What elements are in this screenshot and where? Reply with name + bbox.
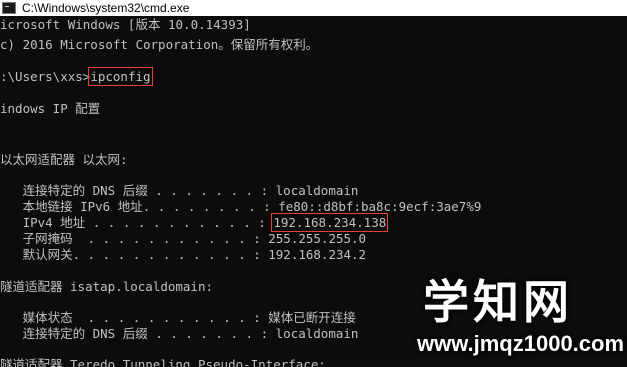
title-bar[interactable]: C:\Windows\system32\cmd.exe bbox=[0, 0, 627, 16]
cmd-window: C:\Windows\system32\cmd.exe icrosoft Win… bbox=[0, 0, 627, 367]
console-line-version: icrosoft Windows [版本 10.0.14393] bbox=[0, 17, 251, 32]
console-line-dns-suffix: 连接特定的 DNS 后缀 . . . . . . . : localdomain bbox=[0, 183, 359, 198]
console-line-ip-config-header: indows IP 配置 bbox=[0, 101, 101, 116]
ipv4-address: 192.168.234.138 bbox=[271, 213, 389, 232]
console-line-ipv4: IPv4 地址 . . . . . . . . . . . : 192.168.… bbox=[0, 213, 389, 232]
console-line-copyright: c) 2016 Microsoft Corporation。保留所有权利。 bbox=[0, 37, 319, 52]
watermark-logo: 学知网 www.jmqz1000.com bbox=[395, 275, 625, 361]
console-line-isatap-adapter: 隧道适配器 isatap.localdomain: bbox=[0, 279, 214, 294]
console-line-teredo-adapter: 隧道适配器 Teredo Tunneling Pseudo-Interface: bbox=[0, 357, 326, 367]
console-line-dns-suffix-2: 连接特定的 DNS 后缀 . . . . . . . : localdomain bbox=[0, 326, 359, 341]
watermark-url: www.jmqz1000.com bbox=[417, 331, 625, 356]
watermark-text: 学知网 bbox=[423, 275, 573, 329]
console-line-subnet-mask: 子网掩码 . . . . . . . . . . . : 255.255.255… bbox=[0, 231, 367, 246]
console-line-ipv6: 本地链接 IPv6 地址. . . . . . . . : fe80::d8bf… bbox=[0, 199, 482, 214]
console-line-media-state: 媒体状态 . . . . . . . . . . . : 媒体已断开连接 bbox=[0, 310, 356, 325]
ipv4-label: IPv4 地址 . . . . . . . . . . . : bbox=[0, 215, 274, 230]
console-line-gateway: 默认网关. . . . . . . . . . . . : 192.168.23… bbox=[0, 247, 367, 262]
prompt-path: :\Users\xxs> bbox=[0, 69, 91, 84]
command-ipconfig: ipconfig bbox=[88, 67, 153, 86]
cmd-console-icon bbox=[2, 2, 16, 14]
console-line-ethernet-adapter: 以太网适配器 以太网: bbox=[0, 152, 128, 167]
console-line-prompt: :\Users\xxs>ipconfig bbox=[0, 67, 153, 86]
window-title: C:\Windows\system32\cmd.exe bbox=[22, 1, 190, 15]
